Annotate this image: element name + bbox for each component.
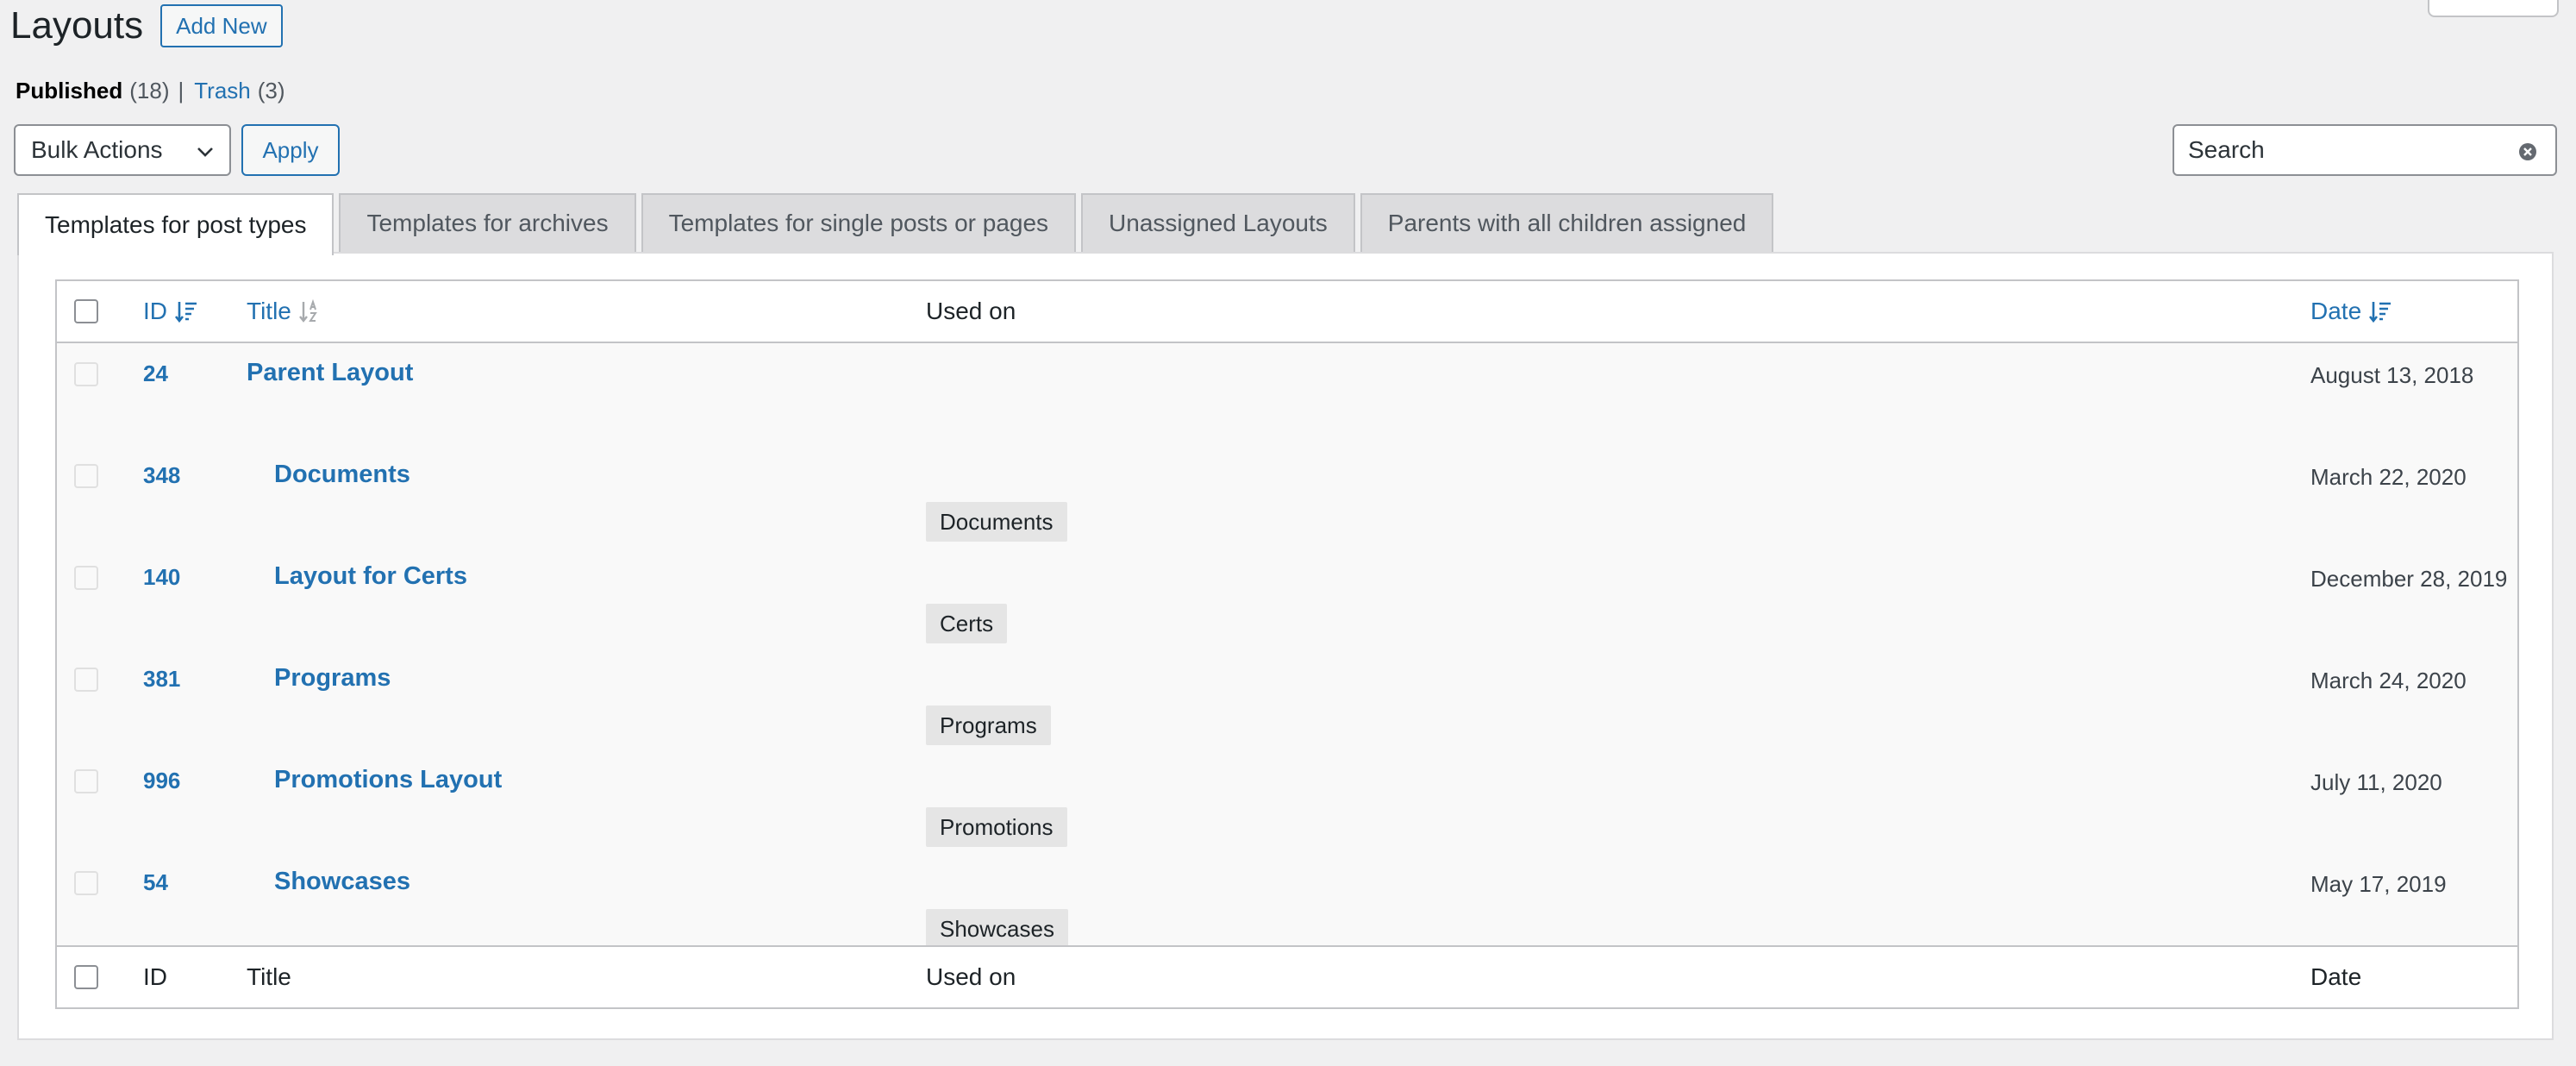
row-checkbox[interactable] (74, 871, 98, 895)
used-on-tag: Programs (926, 705, 1051, 745)
row-title-link[interactable]: Layout for Certs (274, 562, 467, 591)
date-footer-label[interactable]: Date (2310, 947, 2361, 1007)
table-row: 54 Showcases Showcases May 17, 2019 (57, 852, 2517, 954)
sort-by-date[interactable]: Date (2310, 298, 2392, 325)
tab-post-types[interactable]: Templates for post types (17, 193, 335, 255)
sort-alpha-icon (298, 299, 317, 323)
id-column-header: ID (143, 281, 198, 342)
bulk-actions-select[interactable]: Bulk Actions (14, 124, 231, 176)
published-count: (18) (129, 78, 170, 103)
id-footer-label[interactable]: ID (143, 947, 167, 1007)
date-header-label: Date (2310, 298, 2362, 324)
used-on-tag: Documents (926, 502, 1067, 542)
row-date: July 11, 2020 (2310, 769, 2442, 795)
row-date: March 24, 2020 (2310, 668, 2467, 693)
page-title: Layouts (10, 4, 144, 47)
tab-parents[interactable]: Parents with all children assigned (1360, 193, 1774, 252)
row-id[interactable]: 996 (143, 768, 180, 794)
sort-by-id[interactable]: ID (143, 298, 198, 325)
tab-unassigned[interactable]: Unassigned Layouts (1081, 193, 1355, 252)
title-footer-label[interactable]: Title (247, 947, 291, 1007)
bulk-actions-value: Bulk Actions (31, 136, 163, 163)
search-input[interactable] (2188, 136, 2498, 164)
row-title-link[interactable]: Parent Layout (247, 359, 413, 387)
select-all-footer-checkbox[interactable] (74, 965, 98, 989)
sort-desc-icon (2369, 302, 2392, 323)
filter-trash[interactable]: Trash (194, 78, 251, 104)
table-footer: ID Title Used on Date (57, 945, 2517, 1007)
row-id[interactable]: 381 (143, 666, 180, 693)
used-on-tag: Showcases (926, 909, 1068, 949)
row-checkbox[interactable] (74, 668, 98, 692)
row-checkbox[interactable] (74, 769, 98, 793)
row-id[interactable]: 24 (143, 361, 168, 387)
layouts-table: ID Title Used on Date 24 Parent Layout A… (55, 279, 2519, 1009)
row-date: May 17, 2019 (2310, 871, 2447, 897)
tab-panel: ID Title Used on Date 24 Parent Layout A… (17, 252, 2554, 1040)
row-checkbox[interactable] (74, 566, 98, 590)
table-header: ID Title Used on Date (57, 281, 2517, 343)
row-date: August 13, 2018 (2310, 362, 2474, 388)
trash-count: (3) (257, 78, 285, 103)
row-title-link[interactable]: Programs (274, 664, 391, 693)
used-on-tag: Promotions (926, 807, 1067, 847)
select-all-checkbox[interactable] (74, 299, 98, 323)
row-id[interactable]: 348 (143, 462, 180, 489)
row-title-link[interactable]: Showcases (274, 868, 410, 896)
apply-button[interactable]: Apply (241, 124, 340, 176)
status-filters: Published (18) | Trash (3) (16, 78, 285, 104)
filter-published[interactable]: Published (16, 78, 122, 104)
id-header-label: ID (143, 298, 167, 324)
used-on-column-header: Used on (926, 298, 1016, 324)
help-tab[interactable] (2428, 0, 2559, 17)
row-title-link[interactable]: Documents (274, 461, 410, 489)
layout-tabs: Templates for post types Templates for a… (17, 193, 1779, 255)
tab-archives[interactable]: Templates for archives (339, 193, 636, 252)
row-date: March 22, 2020 (2310, 464, 2467, 490)
table-row: 140 Layout for Certs Certs December 28, … (57, 547, 2517, 649)
table-row: 381 Programs Programs March 24, 2020 (57, 649, 2517, 750)
title-header-label: Title (247, 298, 291, 324)
row-checkbox[interactable] (74, 362, 98, 386)
used-on-footer-label: Used on (926, 963, 1016, 990)
table-row: 348 Documents Documents March 22, 2020 (57, 445, 2517, 547)
clear-search-icon[interactable] (2517, 141, 2538, 162)
select-all-footer-cell (74, 947, 98, 1007)
tab-single-posts[interactable]: Templates for single posts or pages (641, 193, 1077, 252)
filter-separator: | (178, 78, 184, 103)
row-date: December 28, 2019 (2310, 566, 2508, 592)
select-all-cell (74, 281, 98, 342)
title-column-header: Title (247, 281, 322, 342)
page-header: Layouts Add New (10, 0, 283, 52)
row-id[interactable]: 140 (143, 564, 180, 591)
used-on-tag: Certs (926, 604, 1008, 643)
row-id[interactable]: 54 (143, 869, 168, 896)
row-title-link[interactable]: Promotions Layout (274, 766, 502, 794)
sort-desc-icon (174, 302, 197, 323)
add-new-button[interactable]: Add New (160, 4, 283, 47)
table-row: 24 Parent Layout August 13, 2018 (57, 343, 2517, 445)
row-checkbox[interactable] (74, 464, 98, 488)
search-box (2173, 124, 2557, 176)
chevron-down-icon (197, 147, 213, 157)
sort-by-title[interactable]: Title (247, 298, 322, 325)
date-column-header: Date (2310, 281, 2392, 342)
table-row: 996 Promotions Layout Promotions July 11… (57, 750, 2517, 852)
